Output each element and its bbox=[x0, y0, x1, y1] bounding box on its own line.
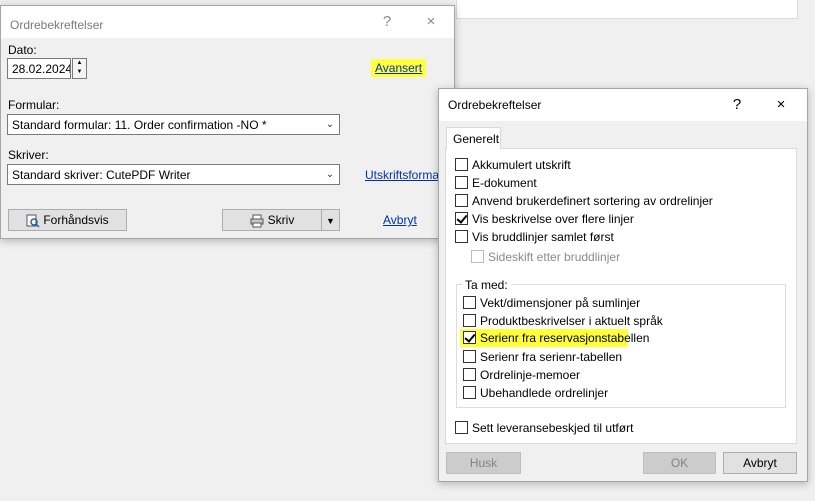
caret-down-icon: ▼ bbox=[326, 216, 335, 226]
form-select[interactable]: Standard formular: 11. Order confirmatio… bbox=[7, 114, 340, 135]
preview-button[interactable]: Forhåndsvis bbox=[8, 209, 127, 231]
main-dialog-titlebar: Ordrebekreftelser ? × bbox=[1, 6, 454, 38]
include-group-title: Ta med: bbox=[462, 278, 511, 292]
checkbox-checked[interactable] bbox=[455, 212, 468, 225]
preview-button-label: Forhåndsvis bbox=[43, 213, 109, 227]
print-dropdown-button[interactable]: ▼ bbox=[321, 209, 340, 231]
chevron-down-icon[interactable]: ⌄ bbox=[321, 165, 339, 184]
checkbox[interactable] bbox=[463, 386, 476, 399]
printer-label: Skriver: bbox=[8, 148, 49, 162]
include-serial-reservation[interactable]: Serienr fra reservasjonstabellen bbox=[460, 329, 649, 347]
preview-icon bbox=[26, 214, 40, 228]
form-select-value: Standard formular: 11. Order confirmatio… bbox=[12, 118, 267, 132]
remember-button[interactable]: Husk bbox=[446, 452, 521, 474]
printer-select-value: Standard skriver: CutePDF Writer bbox=[12, 168, 191, 182]
help-button[interactable]: ? bbox=[372, 10, 402, 34]
spin-down-icon[interactable]: ▼ bbox=[73, 68, 86, 77]
checkbox[interactable] bbox=[463, 296, 476, 309]
background-window-panel bbox=[456, 0, 798, 19]
main-dialog-title: Ordrebekreftelser bbox=[10, 18, 104, 32]
checkbox-checked[interactable] bbox=[463, 331, 476, 344]
checkbox[interactable] bbox=[463, 314, 476, 327]
checkbox[interactable] bbox=[463, 350, 476, 363]
checkbox[interactable] bbox=[455, 194, 468, 207]
options-dialog-titlebar: Ordrebekreftelser ? × bbox=[439, 89, 807, 121]
print-format-link[interactable]: Utskriftsformat bbox=[365, 168, 442, 182]
chevron-down-icon[interactable]: ⌄ bbox=[321, 115, 339, 134]
ok-button[interactable]: OK bbox=[643, 452, 716, 474]
advanced-link[interactable]: Avansert bbox=[371, 59, 427, 77]
print-button-label: Skriv bbox=[267, 213, 295, 227]
date-label: Dato: bbox=[8, 43, 37, 57]
checkbox[interactable] bbox=[455, 176, 468, 189]
close-button[interactable]: × bbox=[416, 10, 446, 34]
checkbox[interactable] bbox=[455, 421, 468, 434]
date-spinner[interactable]: ▲ ▼ bbox=[72, 58, 87, 79]
spin-up-icon[interactable]: ▲ bbox=[73, 59, 86, 68]
print-button[interactable]: Skriv bbox=[222, 209, 322, 231]
close-button[interactable]: × bbox=[766, 93, 796, 117]
options-dialog-title: Ordrebekreftelser bbox=[448, 98, 542, 112]
checkbox[interactable] bbox=[455, 230, 468, 243]
checkbox[interactable] bbox=[463, 368, 476, 381]
printer-icon bbox=[250, 214, 264, 228]
printer-select[interactable]: Standard skriver: CutePDF Writer ⌄ bbox=[7, 164, 340, 185]
tab-general[interactable]: Generelt bbox=[446, 127, 501, 149]
help-button[interactable]: ? bbox=[722, 93, 752, 117]
cancel-button[interactable]: Avbryt bbox=[723, 452, 797, 474]
cancel-link[interactable]: Avbryt bbox=[383, 213, 417, 227]
checkbox-disabled bbox=[471, 250, 484, 263]
form-label: Formular: bbox=[8, 98, 60, 112]
date-input[interactable]: 28.02.2024 bbox=[7, 58, 71, 79]
checkbox[interactable] bbox=[455, 158, 468, 171]
